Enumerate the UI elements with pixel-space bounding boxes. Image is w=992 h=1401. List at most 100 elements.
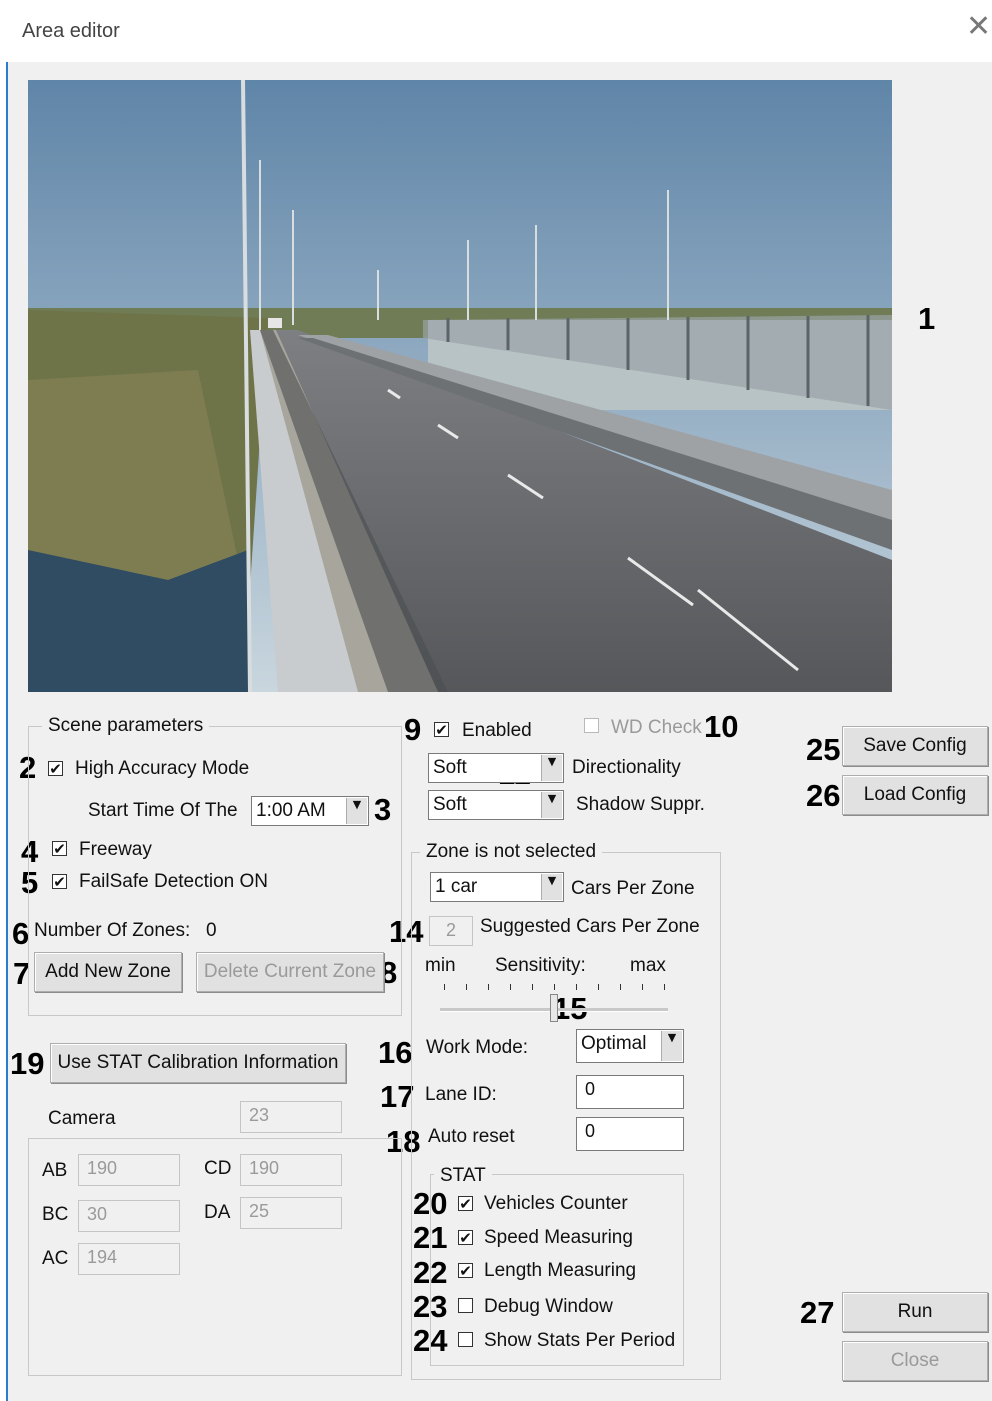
- stats-per-period-label: Show Stats Per Period: [484, 1330, 676, 1351]
- start-time-dropdown[interactable]: 1:00 AM ▼: [251, 796, 369, 826]
- sensitivity-min-label: min: [425, 955, 456, 976]
- directionality-label: Directionality: [572, 757, 681, 778]
- close-icon[interactable]: ✕: [966, 12, 992, 42]
- slider-tick: [664, 984, 665, 990]
- callout-1: 1: [918, 301, 936, 336]
- auto-reset-label: Auto reset: [428, 1126, 515, 1147]
- slider-tick: [444, 984, 445, 990]
- callout-27: 27: [800, 1295, 835, 1330]
- camera-label: Camera: [48, 1108, 116, 1129]
- directionality-dropdown[interactable]: Soft ▼: [428, 753, 564, 783]
- shadow-suppr-dropdown[interactable]: Soft ▼: [428, 790, 564, 820]
- stats-per-period-checkbox[interactable]: [458, 1332, 473, 1347]
- slider-tick: [510, 984, 511, 990]
- high-accuracy-label: High Accuracy Mode: [75, 758, 250, 779]
- ab-field[interactable]: 190: [78, 1154, 180, 1186]
- slider-tick: [466, 984, 467, 990]
- directionality-value: Soft: [433, 757, 467, 778]
- suggested-cars-label: Suggested Cars Per Zone: [480, 916, 700, 937]
- da-field[interactable]: 25: [240, 1197, 342, 1229]
- callout-19: 19: [10, 1046, 45, 1081]
- callout-17: 17: [380, 1079, 415, 1114]
- work-mode-label: Work Mode:: [426, 1037, 529, 1058]
- ac-label: AC: [42, 1248, 69, 1269]
- sensitivity-slider[interactable]: [440, 978, 668, 1028]
- slider-thumb[interactable]: [550, 994, 558, 1022]
- length-measuring-label: Length Measuring: [484, 1260, 637, 1281]
- freeway-checkbox[interactable]: ✔: [52, 841, 67, 857]
- sensitivity-max-label: max: [630, 955, 666, 976]
- high-accuracy-checkbox[interactable]: ✔: [48, 761, 63, 777]
- callout-26: 26: [806, 778, 841, 813]
- callout-9: 9: [404, 712, 422, 747]
- cd-label: CD: [204, 1158, 232, 1179]
- cars-per-zone-label: Cars Per Zone: [571, 878, 695, 899]
- chevron-down-icon: ▼: [541, 755, 562, 781]
- sensitivity-label: Sensitivity:: [495, 955, 586, 976]
- slider-tick: [576, 984, 577, 990]
- start-time-label: Start Time Of The: [88, 800, 238, 821]
- load-config-button[interactable]: Load Config: [842, 775, 988, 815]
- auto-reset-field[interactable]: 0: [576, 1117, 684, 1151]
- bc-field[interactable]: 30: [78, 1200, 180, 1232]
- stat-legend: STAT: [434, 1165, 492, 1187]
- da-label: DA: [204, 1202, 231, 1223]
- speed-measuring-label: Speed Measuring: [484, 1227, 633, 1248]
- slider-tick: [620, 984, 621, 990]
- start-time-value: 1:00 AM: [256, 800, 326, 821]
- window-title: Area editor: [22, 20, 120, 42]
- speed-measuring-checkbox[interactable]: ✔: [458, 1230, 473, 1246]
- bridge-scene-image: [28, 80, 892, 692]
- work-mode-value: Optimal: [581, 1033, 647, 1054]
- callout-25: 25: [806, 732, 841, 767]
- zones-count-value: 0: [206, 920, 217, 941]
- chevron-down-icon: ▼: [541, 874, 562, 900]
- ab-label: AB: [42, 1160, 68, 1181]
- cars-per-zone-value: 1 car: [435, 876, 478, 897]
- delete-current-zone-button[interactable]: Delete Current Zone: [196, 952, 384, 992]
- cd-field[interactable]: 190: [240, 1154, 342, 1186]
- slider-tick: [554, 984, 555, 990]
- freeway-label: Freeway: [79, 839, 152, 860]
- wd-check-label: WD Check: [611, 717, 702, 738]
- run-button[interactable]: Run: [842, 1292, 988, 1332]
- work-mode-dropdown[interactable]: Optimal ▼: [576, 1029, 684, 1063]
- failsafe-checkbox[interactable]: ✔: [52, 874, 67, 890]
- cars-per-zone-dropdown[interactable]: 1 car ▼: [430, 872, 564, 902]
- vehicles-counter-label: Vehicles Counter: [484, 1193, 628, 1214]
- shadow-suppr-label: Shadow Suppr.: [576, 794, 705, 815]
- slider-tick: [642, 984, 643, 990]
- vehicles-counter-checkbox[interactable]: ✔: [458, 1196, 473, 1212]
- camera-field[interactable]: 23: [240, 1101, 342, 1133]
- lane-id-field[interactable]: 0: [576, 1075, 684, 1109]
- use-stat-calibration-button[interactable]: Use STAT Calibration Information: [50, 1043, 346, 1083]
- add-new-zone-button[interactable]: Add New Zone: [34, 952, 182, 992]
- zone-legend: Zone is not selected: [420, 841, 603, 863]
- slider-tick: [532, 984, 533, 990]
- camera-preview[interactable]: [28, 80, 892, 692]
- title-bar: [0, 0, 992, 62]
- callout-10: 10: [704, 709, 739, 744]
- shadow-suppr-value: Soft: [433, 794, 467, 815]
- debug-window-label: Debug Window: [484, 1296, 613, 1317]
- scene-parameters-legend: Scene parameters: [42, 715, 210, 737]
- failsafe-label: FailSafe Detection ON: [79, 871, 269, 892]
- lane-id-label: Lane ID:: [425, 1084, 497, 1105]
- suggested-cars-field[interactable]: 2: [429, 916, 473, 946]
- save-config-button[interactable]: Save Config: [842, 726, 988, 766]
- wd-check-checkbox[interactable]: [584, 718, 599, 733]
- callout-6: 6: [12, 916, 30, 951]
- slider-tick: [488, 984, 489, 990]
- length-measuring-checkbox[interactable]: ✔: [458, 1263, 473, 1279]
- callout-16: 16: [378, 1035, 413, 1070]
- enabled-checkbox[interactable]: ✔: [434, 722, 449, 738]
- bc-label: BC: [42, 1204, 69, 1225]
- enabled-label: Enabled: [462, 720, 532, 741]
- ac-field[interactable]: 194: [78, 1243, 180, 1275]
- close-button[interactable]: Close: [842, 1341, 988, 1381]
- zones-count-label: Number Of Zones:: [34, 920, 191, 941]
- debug-window-checkbox[interactable]: [458, 1298, 473, 1313]
- chevron-down-icon: ▼: [346, 798, 367, 824]
- chevron-down-icon: ▼: [541, 792, 562, 818]
- chevron-down-icon: ▼: [661, 1031, 682, 1061]
